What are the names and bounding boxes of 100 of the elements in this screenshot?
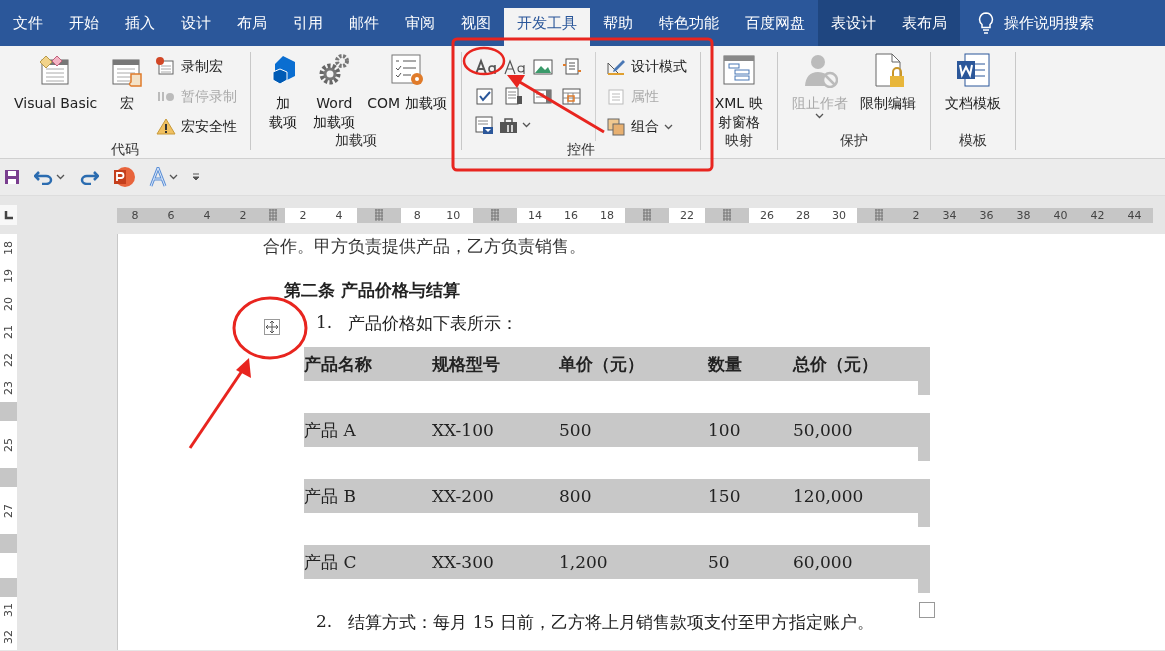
ruler-number: 4	[203, 208, 211, 222]
ribbon-button[interactable]: 宏	[104, 52, 151, 141]
column-marker-icon	[374, 209, 384, 221]
group-label: 控件	[565, 141, 596, 159]
lightbulb-icon	[978, 12, 994, 34]
caret-icon	[663, 123, 673, 130]
control-button[interactable]	[474, 56, 497, 77]
ruler-number: 20	[1, 297, 16, 311]
ribbon-button[interactable]: 组合	[601, 112, 691, 141]
ribbon-button[interactable]: 宏安全性	[152, 112, 242, 141]
ribbon-button[interactable]: 文档模板	[939, 52, 1006, 132]
ribbon-tab[interactable]: 帮助	[590, 0, 646, 46]
ribbon-tab[interactable]: 表设计	[818, 0, 889, 46]
redo-icon	[79, 169, 99, 185]
ruler-number: 38	[1016, 208, 1031, 222]
table-cell-text: XX-200	[432, 486, 495, 506]
column-marker-icon	[874, 209, 884, 221]
table-cell-text: 产品 C	[304, 550, 358, 574]
table-cell-text: 产品 A	[304, 418, 357, 442]
column-marker-icon	[268, 209, 278, 221]
ribbon-tab[interactable]: 特色功能	[646, 0, 732, 46]
checklist-icon	[388, 52, 425, 88]
warning-icon	[156, 116, 177, 137]
tab-stop-icon	[4, 210, 13, 220]
ruler-number: 2	[912, 208, 920, 222]
ribbon-tab[interactable]: 表布局	[889, 0, 960, 46]
record-icon	[156, 56, 177, 77]
xml-map-icon	[720, 52, 757, 88]
ribbon-tab[interactable]: 邮件	[336, 0, 392, 46]
ribbon-button[interactable]: Visual Basic	[9, 52, 103, 141]
ribbon-tab[interactable]: 插入	[112, 0, 168, 46]
ribbon-button[interactable]: COM 加载项	[362, 52, 452, 132]
ribbon-button[interactable]: 加 载项	[260, 52, 307, 132]
ruler-number: 10	[446, 208, 461, 222]
ribbon-tab[interactable]: 百度网盘	[732, 0, 818, 46]
group-label: 保护	[838, 132, 869, 150]
table-cell-text: 1,200	[559, 552, 609, 572]
annotation-circle	[462, 46, 506, 76]
ruler-number: 19	[1, 269, 16, 283]
undo-icon	[34, 169, 54, 185]
date-picker-icon	[561, 85, 584, 106]
ribbon-button[interactable]: 设计模式	[601, 52, 691, 81]
save-icon	[4, 169, 20, 185]
ribbon-tab[interactable]: 视图	[448, 0, 504, 46]
table-cell-text: 500	[559, 420, 593, 440]
ruler-number: 18	[600, 208, 614, 222]
ribbon-button[interactable]: 限制编辑	[854, 52, 921, 132]
ribbon-button[interactable]: Word 加载项	[308, 52, 361, 132]
ruler-number: 2	[239, 208, 247, 222]
column-header: 单价（元）	[559, 352, 645, 376]
paragraph-text: 合作。甲方负责提供产品，乙方负责销售。	[263, 235, 587, 257]
table-cell-text: 150	[708, 486, 742, 506]
section-heading: 第二条 产品价格与结算	[284, 279, 461, 302]
ruler-number: 18	[1, 241, 16, 255]
ruler-number: 36	[979, 208, 994, 222]
column-header: 规格型号	[432, 352, 501, 376]
ruler-number: 30	[832, 208, 846, 222]
ribbon-tab[interactable]: 文件	[0, 0, 56, 46]
group-label: 模板	[957, 132, 988, 150]
table-cell-text: 50,000	[793, 420, 854, 440]
group-label: 映射	[723, 132, 754, 150]
ruler-number: 27	[1, 503, 16, 518]
ribbon-tab[interactable]: 引用	[280, 0, 336, 46]
letter-effect-icon	[149, 167, 167, 187]
word-document-icon	[954, 52, 991, 88]
ruler-number: 34	[942, 208, 957, 222]
group-icon	[605, 116, 626, 137]
column-header: 总价（元）	[793, 352, 879, 376]
ruler-number: 16	[564, 208, 578, 222]
tab-selector[interactable]	[0, 205, 17, 225]
ruler-number: 14	[528, 208, 542, 222]
ribbon-tab[interactable]: 开始	[56, 0, 112, 46]
table-move-handle[interactable]	[264, 319, 280, 335]
table-resize-handle[interactable]	[919, 602, 935, 618]
building-block-icon	[561, 56, 584, 77]
ruler-number: 8	[413, 208, 421, 222]
ribbon-button[interactable]: XML 映 射窗格	[709, 52, 768, 132]
list-number: 1.	[316, 312, 333, 334]
ribbon-tab[interactable]: 布局	[224, 0, 280, 46]
ruler-number: 21	[1, 325, 16, 339]
ribbon-button[interactable]: 录制宏	[152, 52, 242, 81]
caret-icon	[56, 174, 65, 180]
ruler-number: 25	[1, 437, 16, 452]
table-cell-text: 60,000	[793, 552, 854, 572]
ruler-number: 32	[1, 629, 16, 644]
move-handle-icon	[264, 319, 280, 335]
ribbon-tab[interactable]: 设计	[168, 0, 224, 46]
ruler-number: 23	[1, 381, 16, 395]
column-marker-icon	[722, 209, 732, 221]
picture-control-icon	[532, 56, 555, 77]
caret-icon	[815, 113, 825, 119]
control-button[interactable]	[532, 56, 555, 77]
ribbon-tab[interactable]: 审阅	[392, 0, 448, 46]
ruler-number: 22	[680, 208, 694, 222]
table-cell-text: XX-300	[432, 552, 495, 572]
ruler-marker	[0, 534, 17, 553]
tell-me-search[interactable]: 操作说明搜索	[1004, 13, 1094, 33]
table-cell-text: 产品 B	[304, 484, 357, 508]
ruler-marker	[0, 402, 17, 421]
group-label: 代码	[110, 141, 141, 159]
